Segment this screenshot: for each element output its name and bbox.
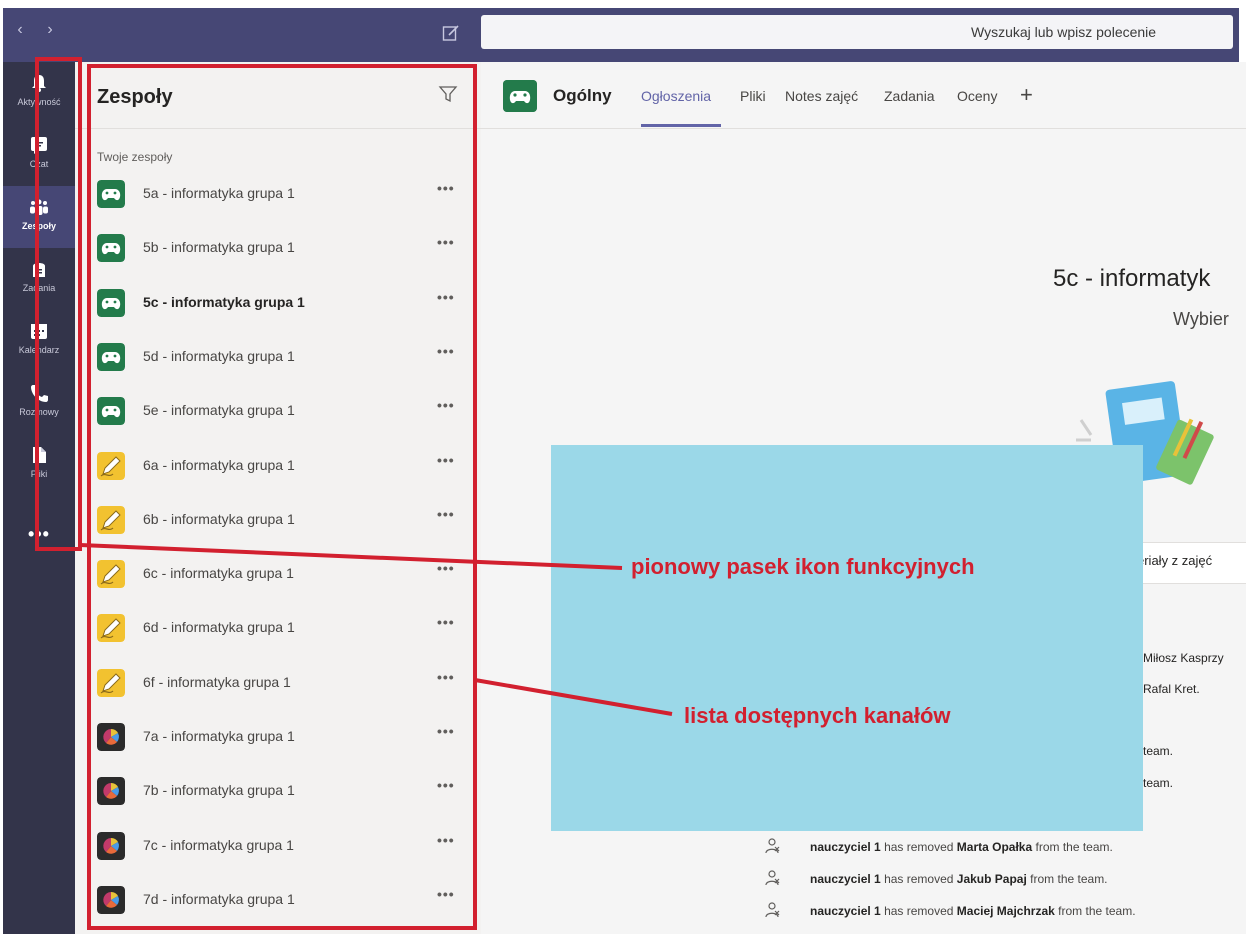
activity-subject: Jakub Papaj [956, 872, 1027, 886]
rail-highlight-frame [35, 57, 82, 551]
activity-tail: from the team. [1058, 904, 1136, 918]
add-tab-button[interactable]: + [1020, 82, 1033, 108]
chevron-left-icon[interactable]: ‹ [12, 22, 28, 38]
gamepad-icon [503, 80, 537, 112]
hero-subtitle: Wybier [1173, 309, 1229, 329]
activity-text: nauczyciel 1 has removed Marta Opałka fr… [810, 840, 1113, 854]
tab-grades[interactable]: Oceny [957, 88, 997, 104]
activity-text: nauczyciel 1 has removed Maciej Majchrza… [810, 904, 1136, 918]
chevron-right-icon[interactable]: › [42, 22, 58, 38]
rail-annotation-label: pionowy pasek ikon funkcyjnych [631, 554, 975, 579]
channel-name: Ogólny [553, 86, 612, 105]
activity-tail: from the team. [1035, 840, 1113, 854]
hero-title: 5c - informatyk [1053, 265, 1211, 292]
activity-snippet: Miłosz Kasprzy [1143, 651, 1224, 665]
remove-member-icon [765, 870, 780, 886]
activity-actor: nauczyciel 1 [810, 872, 881, 886]
tab-assignments[interactable]: Zadania [884, 88, 935, 104]
tab-announcements[interactable]: Ogłoszenia [641, 88, 711, 104]
tab-files[interactable]: Pliki [740, 88, 766, 104]
materials-label: eriały z zajęć [1137, 553, 1213, 568]
activity-tail: from the team. [1030, 872, 1108, 886]
cyan-overlay [551, 445, 1143, 831]
remove-member-icon [765, 902, 780, 918]
search-input[interactable]: Wyszukaj lub wpisz polecenie [481, 15, 1233, 49]
list-annotation-label: lista dostępnych kanałów [684, 703, 951, 728]
activity-verb: has removed [884, 904, 954, 918]
list-highlight-frame [87, 64, 477, 930]
compose-icon[interactable] [442, 24, 460, 42]
activity-snippet: team. [1143, 744, 1174, 758]
search-placeholder: Wyszukaj lub wpisz polecenie [971, 24, 1157, 40]
activity-subject: Marta Opałka [956, 840, 1033, 854]
activity-snippet: team. [1143, 776, 1174, 790]
activity-actor: nauczyciel 1 [810, 840, 881, 854]
top-bar: ‹ › Wyszukaj lub wpisz polecenie [0, 0, 1246, 62]
activity-verb: has removed [884, 872, 954, 886]
tab-class-notebook[interactable]: Notes zajęć [785, 88, 858, 104]
activity-snippet: Rafal Kret. [1143, 682, 1200, 696]
active-tab-indicator [641, 124, 721, 127]
remove-member-icon [765, 838, 780, 854]
activity-verb: has removed [884, 840, 954, 854]
activity-actor: nauczyciel 1 [810, 904, 881, 918]
activity-subject: Maciej Majchrzak [956, 904, 1055, 918]
channel-header: Ogólny Ogłoszenia Pliki Notes zajęć Zada… [481, 62, 1246, 129]
activity-text: nauczyciel 1 has removed Jakub Papaj fro… [810, 872, 1108, 886]
